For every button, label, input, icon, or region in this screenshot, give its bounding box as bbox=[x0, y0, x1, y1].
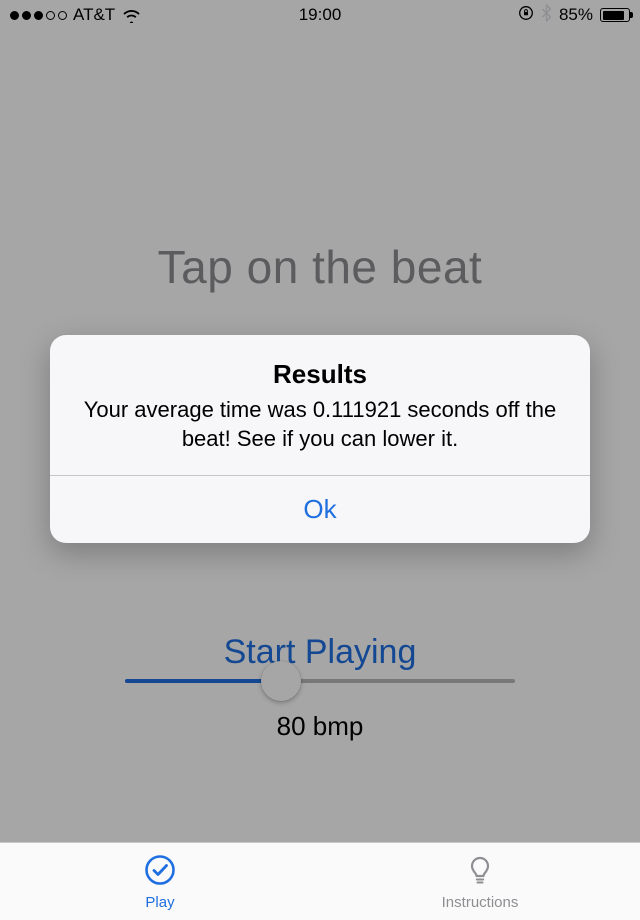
status-right: 85% bbox=[518, 4, 630, 27]
clock: 19:00 bbox=[299, 5, 342, 25]
alert-message: Your average time was 0.111921 seconds o… bbox=[76, 396, 564, 453]
alert-title: Results bbox=[76, 359, 564, 390]
battery-percentage: 85% bbox=[559, 5, 593, 25]
rotation-lock-icon bbox=[518, 5, 534, 26]
wifi-icon bbox=[121, 8, 142, 23]
tab-instructions-label: Instructions bbox=[442, 894, 519, 911]
carrier-label: AT&T bbox=[73, 5, 115, 25]
lightbulb-icon bbox=[463, 853, 497, 892]
tab-bar: Play Instructions bbox=[0, 842, 640, 920]
results-alert: Results Your average time was 0.111921 s… bbox=[50, 335, 590, 543]
tab-play-label: Play bbox=[145, 894, 174, 911]
alert-body: Results Your average time was 0.111921 s… bbox=[50, 335, 590, 475]
ok-button[interactable]: Ok bbox=[50, 476, 590, 543]
status-left: AT&T bbox=[10, 5, 142, 25]
battery-icon bbox=[600, 8, 630, 22]
status-bar: AT&T 19:00 85% bbox=[0, 0, 640, 30]
bluetooth-icon bbox=[541, 4, 552, 27]
check-circle-icon bbox=[143, 853, 177, 892]
tab-instructions[interactable]: Instructions bbox=[320, 843, 640, 920]
signal-strength-icon bbox=[10, 11, 67, 20]
tab-play[interactable]: Play bbox=[0, 843, 320, 920]
